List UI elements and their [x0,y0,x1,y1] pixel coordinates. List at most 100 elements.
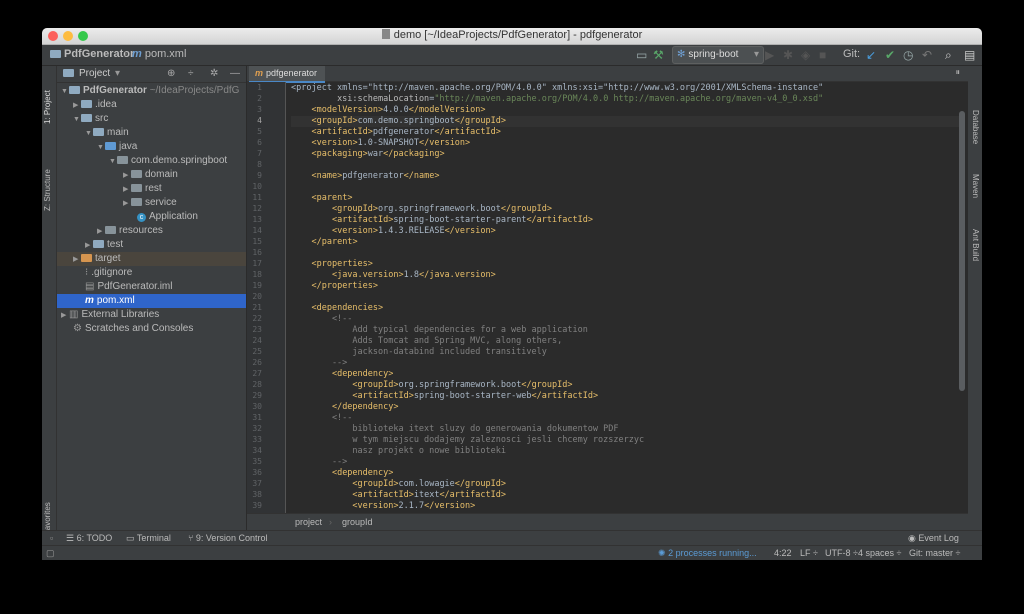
update-project-icon[interactable]: ↙ [866,48,876,62]
run-config-select[interactable]: ✻ spring-boot ▾ [672,46,764,64]
line-number: 9 [257,171,262,180]
search-icon[interactable]: ⌕ [945,48,952,63]
code-line: <java.version>1.8</java.version> [331,270,496,280]
tree-item-src[interactable]: ▼ src [57,112,246,126]
tree-item-iml[interactable]: ▤ PdfGenerator.iml [57,280,246,294]
tab-maven[interactable]: Maven [971,174,980,198]
collapse-icon[interactable]: ÷ [188,66,194,82]
package-icon [131,184,142,192]
code-line: --> [291,457,348,467]
editor-breadcrumb: project › groupId [247,513,968,531]
code-line: <!-- [291,314,353,324]
code-line: <name>pdfgenerator</name> [311,171,440,181]
line-number: 39 [252,501,262,510]
stop-icon[interactable]: ■ [819,48,826,62]
chevron-down-icon: ▾ [115,68,121,79]
project-view-select[interactable]: Project [79,66,110,82]
todo-tab[interactable]: ☰ 6: TODO [66,531,112,546]
collapsed-arrow-icon: ▶ [123,186,129,193]
tree-item-target[interactable]: ▶ target [57,252,246,266]
line-number: 33 [252,435,262,444]
indent-setting[interactable]: 4 spaces ÷ [858,546,901,560]
version-control-tab[interactable]: ⑂ 9: Version Control [188,531,267,546]
line-number: 3 [257,105,262,114]
history-icon[interactable]: ◷ [903,48,913,62]
revert-icon[interactable]: ↶ [922,48,932,62]
hide-panel-icon[interactable]: — [230,66,240,82]
tree-item-application[interactable]: c Application [57,210,246,224]
line-number: 30 [252,402,262,411]
line-number: 7 [257,149,262,158]
toggle-panels-icon[interactable]: ▢ [46,546,55,560]
tree-item-idea[interactable]: ▶ .idea [57,98,246,112]
code-line: Add typical dependencies for a web appli… [291,325,588,335]
tree-item-test[interactable]: ▶ test [57,238,246,252]
layout-icon[interactable]: ▤ [964,48,975,62]
expanded-arrow-icon: ▼ [109,158,116,165]
tree-item-main[interactable]: ▼ main [57,126,246,140]
panel-toggle-icon[interactable]: ▫ [50,531,53,546]
split-icon[interactable]: ⏸ [955,67,960,78]
editor-tab-pdfgenerator[interactable]: m pdfgenerator [249,66,325,83]
tab-project[interactable]: 1: Project [43,90,52,124]
git-branch[interactable]: Git: master ÷ [909,546,960,560]
status-bar: ▢ ✺ 2 processes running... 4:22 LF ÷ UTF… [42,545,982,560]
folder-icon [93,128,104,136]
line-number: 17 [252,259,262,268]
breadcrumb-groupid[interactable]: groupId [342,514,373,531]
commit-icon[interactable]: ✔ [885,48,895,62]
debug-icon[interactable]: ✱ [783,48,793,62]
line-separator[interactable]: LF ÷ [800,546,818,560]
code-line: <parent> [311,193,353,203]
processes-indicator[interactable]: ✺ 2 processes running... [658,546,757,560]
list-icon: ☰ [66,533,75,543]
expanded-arrow-icon: ▼ [61,88,68,95]
breadcrumb-project[interactable]: project [295,514,322,531]
terminal-tab[interactable]: ▭ Terminal [126,531,171,546]
tree-item-java[interactable]: ▼ java [57,140,246,154]
tree-item-rest[interactable]: ▶ rest [57,182,246,196]
caret-position[interactable]: 4:22 [774,546,792,560]
code-area[interactable]: <project xmlns="http://maven.apache.org/… [291,82,961,513]
tree-item-pom[interactable]: m pom.xml [57,294,246,308]
folder-icon [81,114,92,122]
tab-structure[interactable]: Z: Structure [43,169,52,211]
tree-item-external-libraries[interactable]: ▶ ▥ External Libraries [57,308,246,322]
line-number: 32 [252,424,262,433]
code-line: <artifactId>spring-boot-starter-parent</… [331,215,593,225]
code-line: <properties> [311,259,373,269]
tree-item-resources[interactable]: ▶ resources [57,224,246,238]
tree-item-domain[interactable]: ▶ domain [57,168,246,182]
tree-item-service[interactable]: ▶ service [57,196,246,210]
tab-database[interactable]: Database [971,110,980,144]
tree-item-gitignore[interactable]: ⁝ .gitignore [57,266,246,280]
tree-item-pdfgenerator[interactable]: ▼ PdfGenerator ~/IdeaProjects/PdfG [57,84,246,98]
nav-crumb-project[interactable]: PdfGenerator [50,48,134,60]
code-line: <groupId>org.springframework.boot</group… [352,380,573,390]
file-encoding[interactable]: UTF-8 ÷ [825,546,858,560]
line-number: 18 [252,270,262,279]
folder-icon [81,100,92,108]
tool-window-bar: ▫ ☰ 6: TODO ▭ Terminal ⑂ 9: Version Cont… [42,530,982,546]
settings-icon[interactable]: ✲ [210,66,218,82]
editor-scrollbar[interactable] [959,111,965,391]
line-number: 19 [252,281,262,290]
tree-item-package[interactable]: ▼ com.demo.springboot [57,154,246,168]
line-number: 29 [252,391,262,400]
target-icon[interactable]: ⊕ [167,66,175,82]
tree-item-scratches[interactable]: ⚙ Scratches and Consoles [57,322,246,336]
code-line: <version>1.4.3.RELEASE</version> [331,226,496,236]
collapsed-arrow-icon: ▶ [123,200,129,207]
build-icon[interactable]: ▭ [636,48,647,62]
run-icon[interactable]: ▶ [765,48,774,62]
nav-crumb-file[interactable]: m pom.xml [132,48,186,60]
line-number: 6 [257,138,262,147]
hammer-icon[interactable]: ⚒ [653,48,664,62]
event-log-tab[interactable]: ◉ Event Log [908,531,959,546]
code-line: <!-- [291,413,353,423]
line-number: 8 [257,160,262,169]
tab-ant-build[interactable]: Ant Build [971,229,980,261]
title-bar: demo [~/IdeaProjects/PdfGenerator] - pdf… [42,28,982,45]
excluded-folder-icon [81,254,92,262]
coverage-icon[interactable]: ◈ [801,48,810,62]
